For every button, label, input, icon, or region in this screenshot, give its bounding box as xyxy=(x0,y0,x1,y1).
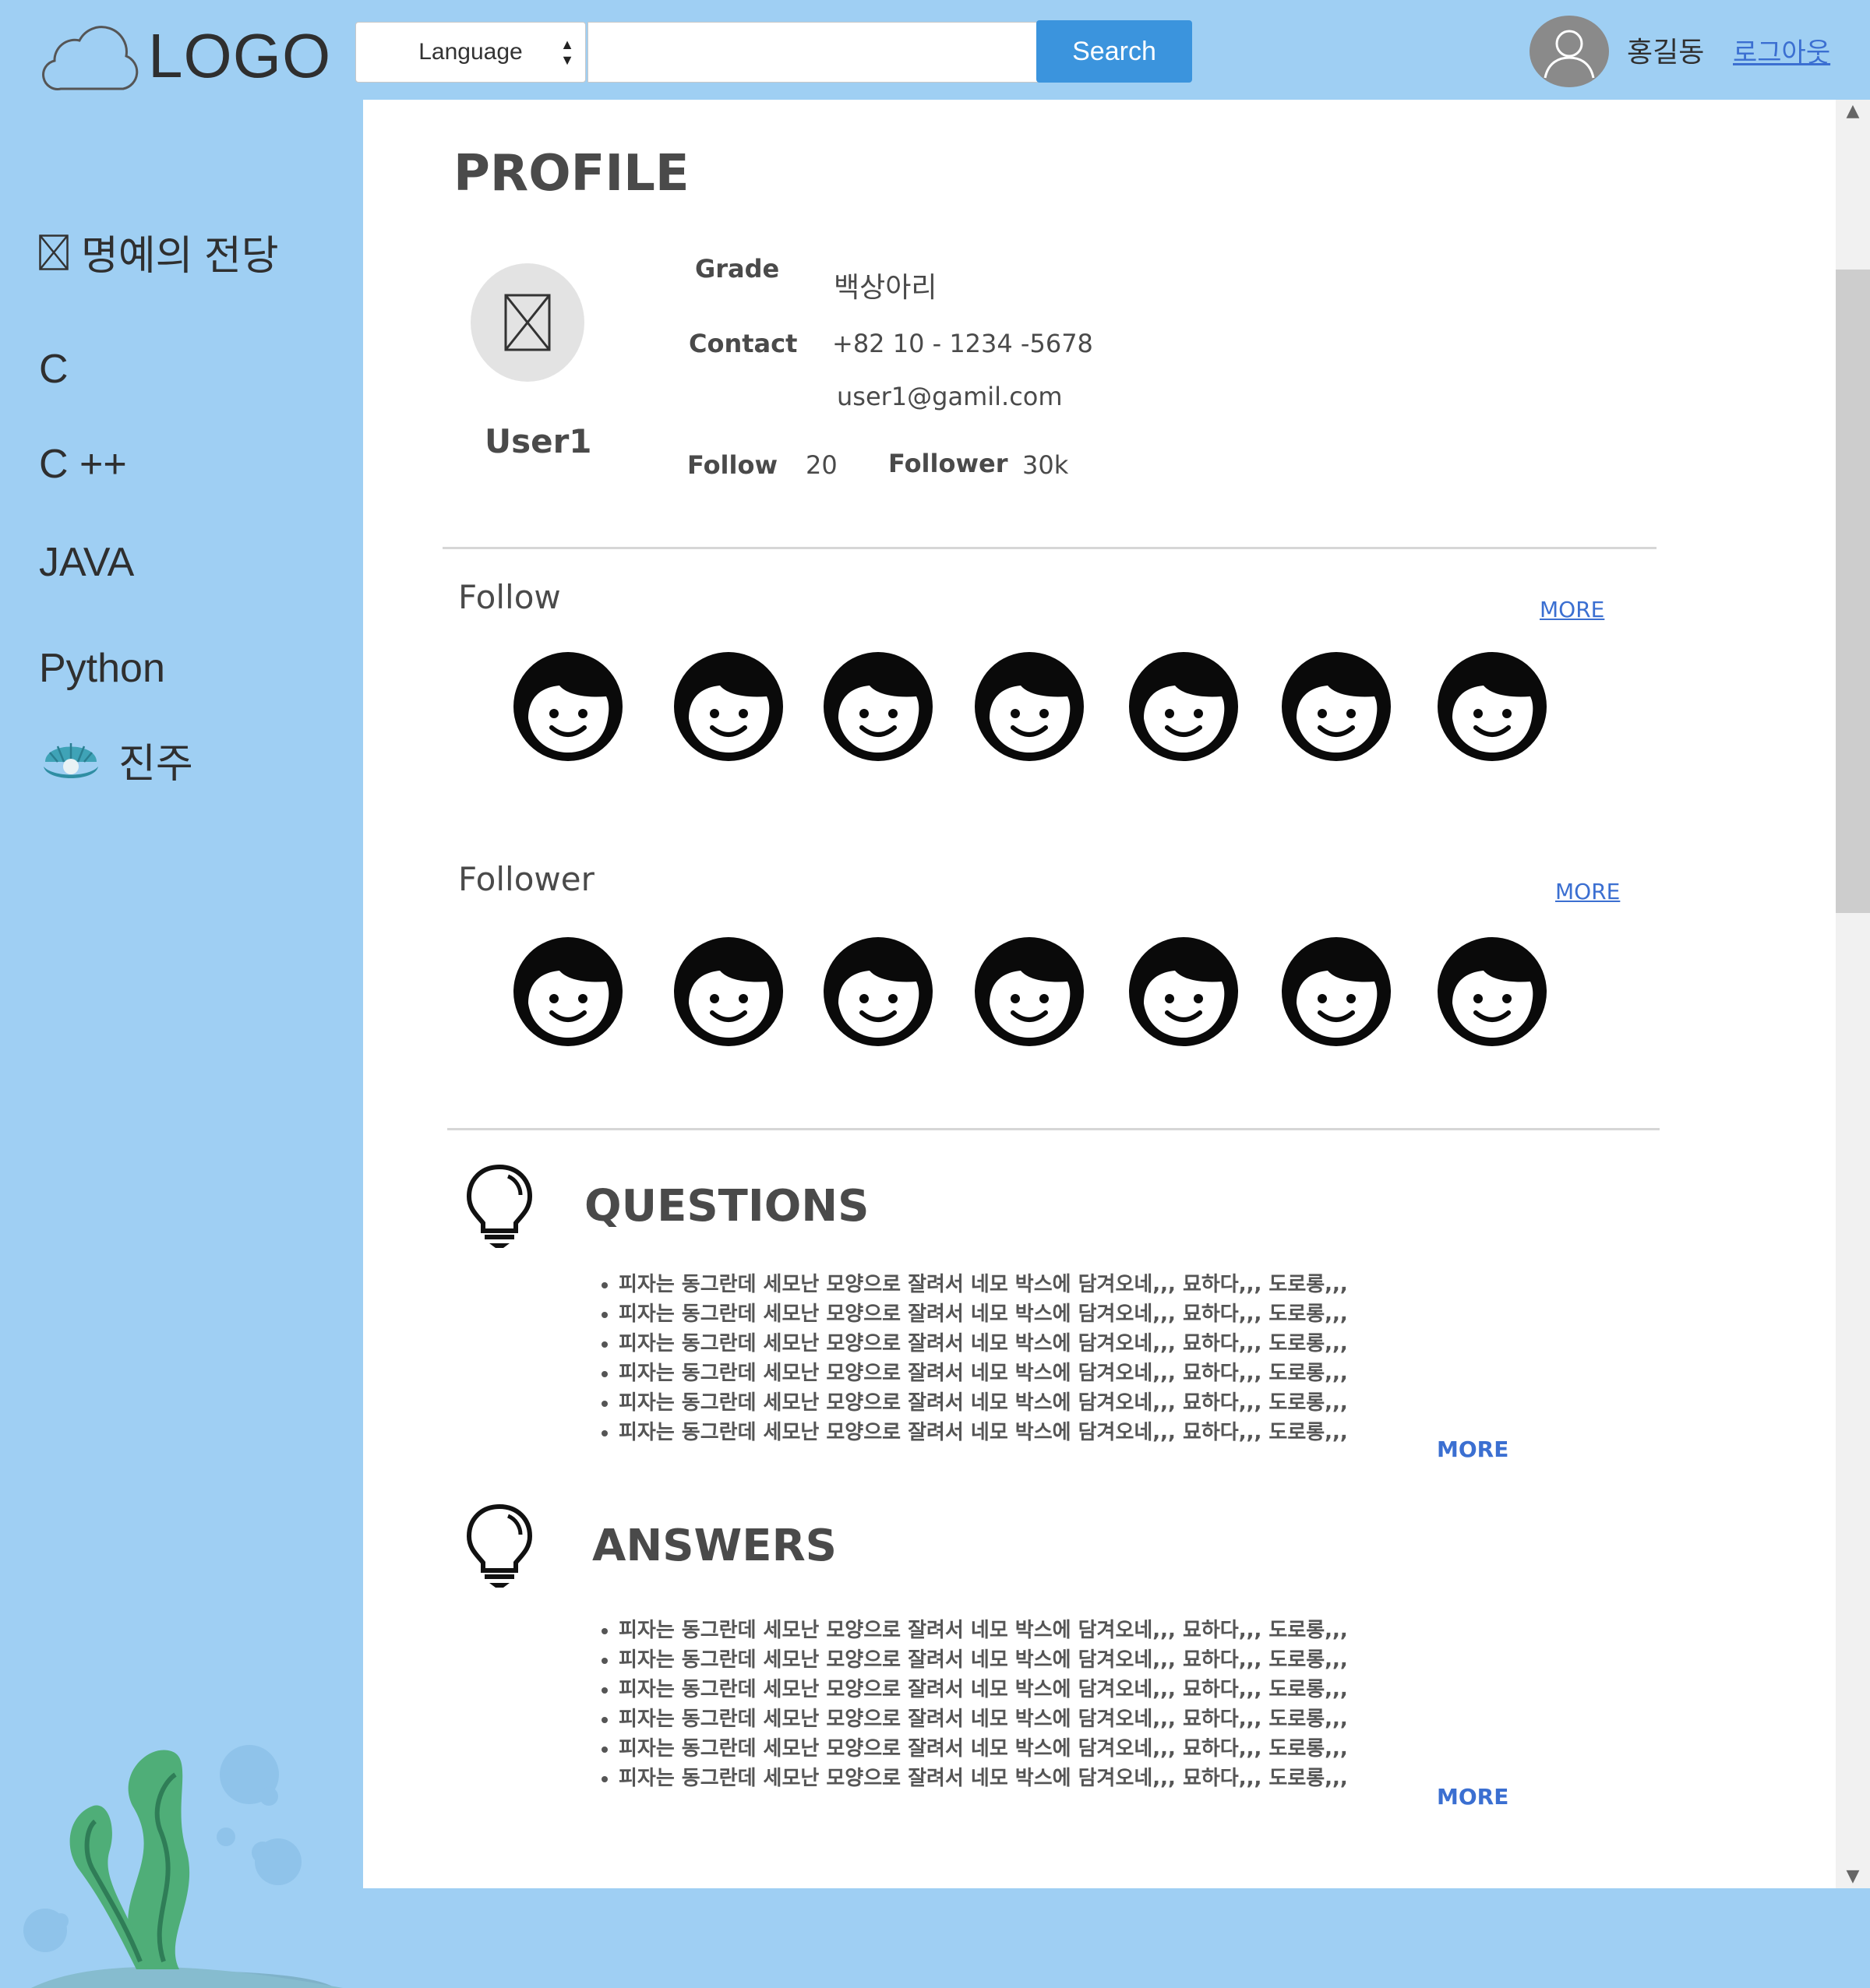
face-icon[interactable] xyxy=(972,935,1086,1049)
answers-title: ANSWERS xyxy=(592,1521,838,1571)
sidebar-item-label: 진주 xyxy=(118,741,193,787)
sidebar-item-label: C ++ xyxy=(39,442,127,487)
user-avatar-icon[interactable] xyxy=(1530,16,1609,87)
sidebar-item-label: Python xyxy=(39,646,165,691)
answer-item[interactable]: 피자는 동그란데 세모난 모양으로 잘려서 네모 박스에 담겨오네,,, 묘하다… xyxy=(619,1704,1367,1734)
sidebar-item-c[interactable]: C xyxy=(39,346,69,393)
follow-more-link[interactable]: MORE xyxy=(1540,597,1604,622)
answer-item[interactable]: 피자는 동그란데 세모난 모양으로 잘려서 네모 박스에 담겨오네,,, 묘하다… xyxy=(619,1616,1367,1645)
question-item[interactable]: 피자는 동그란데 세모난 모양으로 잘려서 네모 박스에 담겨오네,,, 묘하다… xyxy=(619,1359,1367,1388)
questions-more-link[interactable]: MORE xyxy=(1437,1436,1508,1462)
sidebar: 명예의 전당 C C ++ JAVA Python 진주 xyxy=(0,100,363,1988)
face-icon[interactable] xyxy=(1435,935,1549,1049)
face-icon[interactable] xyxy=(672,650,785,763)
vertical-scrollbar[interactable]: ▲ ▼ xyxy=(1836,100,1870,1888)
top-header: LOGO Language ▲ ▼ Search 홍길동 로그아웃 xyxy=(0,0,1870,100)
face-icon[interactable] xyxy=(1279,650,1393,763)
seaweed-illustration xyxy=(23,1745,343,1988)
follow-count-label: Follow xyxy=(687,450,778,480)
sidebar-item-python[interactable]: Python xyxy=(39,645,165,692)
face-icon[interactable] xyxy=(821,650,935,763)
grade-value: 백상아리 xyxy=(834,272,937,304)
follower-more-link[interactable]: MORE xyxy=(1555,879,1620,904)
scroll-down-arrow-icon[interactable]: ▼ xyxy=(1836,1865,1870,1888)
answers-list: 피자는 동그란데 세모난 모양으로 잘려서 네모 박스에 담겨오네,,, 묘하다… xyxy=(587,1616,1367,1793)
contact-phone: +82 10 - 1234 -5678 xyxy=(832,329,1093,358)
follower-count-label: Follower xyxy=(888,449,1008,478)
divider xyxy=(443,547,1657,549)
question-item[interactable]: 피자는 동그란데 세모난 모양으로 잘려서 네모 박스에 담겨오네,,, 묘하다… xyxy=(619,1388,1367,1418)
question-item[interactable]: 피자는 동그란데 세모난 모양으로 잘려서 네모 박스에 담겨오네,,, 묘하다… xyxy=(619,1329,1367,1359)
scroll-up-arrow-icon[interactable]: ▲ xyxy=(1836,100,1870,123)
question-item[interactable]: 피자는 동그란데 세모난 모양으로 잘려서 네모 박스에 담겨오네,,, 묘하다… xyxy=(619,1418,1367,1447)
lightbulb-icon xyxy=(466,1503,533,1588)
sidebar-item-label: JAVA xyxy=(39,540,135,585)
logo[interactable]: LOGO xyxy=(39,17,331,95)
search-button[interactable]: Search xyxy=(1036,20,1192,83)
face-icon[interactable] xyxy=(511,935,625,1049)
face-icon[interactable] xyxy=(1279,935,1393,1049)
follow-avatar-row xyxy=(511,650,1555,763)
cloud-icon xyxy=(42,26,139,90)
image-placeholder-icon xyxy=(504,294,551,351)
logout-link[interactable]: 로그아웃 xyxy=(1733,31,1830,69)
face-icon[interactable] xyxy=(972,650,1086,763)
language-select[interactable]: Language ▲ ▼ xyxy=(355,22,586,83)
user-name: 홍길동 xyxy=(1627,37,1705,69)
contact-email: user1@gamil.com xyxy=(837,382,1063,411)
sidebar-item-hall-of-fame[interactable]: 명예의 전당 xyxy=(39,223,279,281)
questions-list: 피자는 동그란데 세모난 모양으로 잘려서 네모 박스에 담겨오네,,, 묘하다… xyxy=(587,1270,1367,1447)
face-icon[interactable] xyxy=(511,650,625,763)
sidebar-item-pearl[interactable]: 진주 xyxy=(39,728,193,791)
sidebar-item-java[interactable]: JAVA xyxy=(39,539,134,586)
profile-username: User1 xyxy=(485,422,592,460)
face-icon[interactable] xyxy=(1127,935,1240,1049)
face-icon[interactable] xyxy=(1127,650,1240,763)
contact-label: Contact xyxy=(689,329,798,358)
image-placeholder-icon xyxy=(39,234,69,270)
follow-count: 20 xyxy=(806,450,838,480)
answer-item[interactable]: 피자는 동그란데 세모난 모양으로 잘려서 네모 박스에 담겨오네,,, 묘하다… xyxy=(619,1675,1367,1704)
logo-text: LOGO xyxy=(148,21,332,90)
face-icon[interactable] xyxy=(672,935,785,1049)
page-title: PROFILE xyxy=(453,145,690,203)
face-icon[interactable] xyxy=(821,935,935,1049)
answer-item[interactable]: 피자는 동그란데 세모난 모양으로 잘려서 네모 박스에 담겨오네,,, 묘하다… xyxy=(619,1764,1367,1793)
search-input[interactable] xyxy=(587,22,1038,83)
language-select-value: Language xyxy=(418,39,523,65)
answer-item[interactable]: 피자는 동그란데 세모난 모양으로 잘려서 네모 박스에 담겨오네,,, 묘하다… xyxy=(619,1645,1367,1675)
answers-more-link[interactable]: MORE xyxy=(1437,1784,1508,1810)
follow-section-title: Follow xyxy=(458,578,561,616)
pearl-shell-icon xyxy=(44,743,98,778)
grade-label: Grade xyxy=(695,254,780,284)
scrollbar-thumb[interactable] xyxy=(1836,270,1870,913)
sidebar-item-label: C xyxy=(39,347,69,392)
sidebar-item-label: 명예의 전당 xyxy=(81,234,279,279)
follower-section-title: Follower xyxy=(458,860,595,898)
updown-arrows-icon: ▲ ▼ xyxy=(560,37,574,68)
follower-count: 30k xyxy=(1022,450,1069,480)
answer-item[interactable]: 피자는 동그란데 세모난 모양으로 잘려서 네모 박스에 담겨오네,,, 묘하다… xyxy=(619,1734,1367,1764)
question-item[interactable]: 피자는 동그란데 세모난 모양으로 잘려서 네모 박스에 담겨오네,,, 묘하다… xyxy=(619,1270,1367,1299)
lightbulb-icon xyxy=(466,1164,533,1248)
sidebar-item-cpp[interactable]: C ++ xyxy=(39,441,127,488)
follower-avatar-row xyxy=(511,935,1555,1049)
divider xyxy=(447,1128,1660,1130)
question-item[interactable]: 피자는 동그란데 세모난 모양으로 잘려서 네모 박스에 담겨오네,,, 묘하다… xyxy=(619,1299,1367,1329)
face-icon[interactable] xyxy=(1435,650,1549,763)
questions-title: QUESTIONS xyxy=(584,1181,870,1232)
profile-picture xyxy=(471,263,584,382)
